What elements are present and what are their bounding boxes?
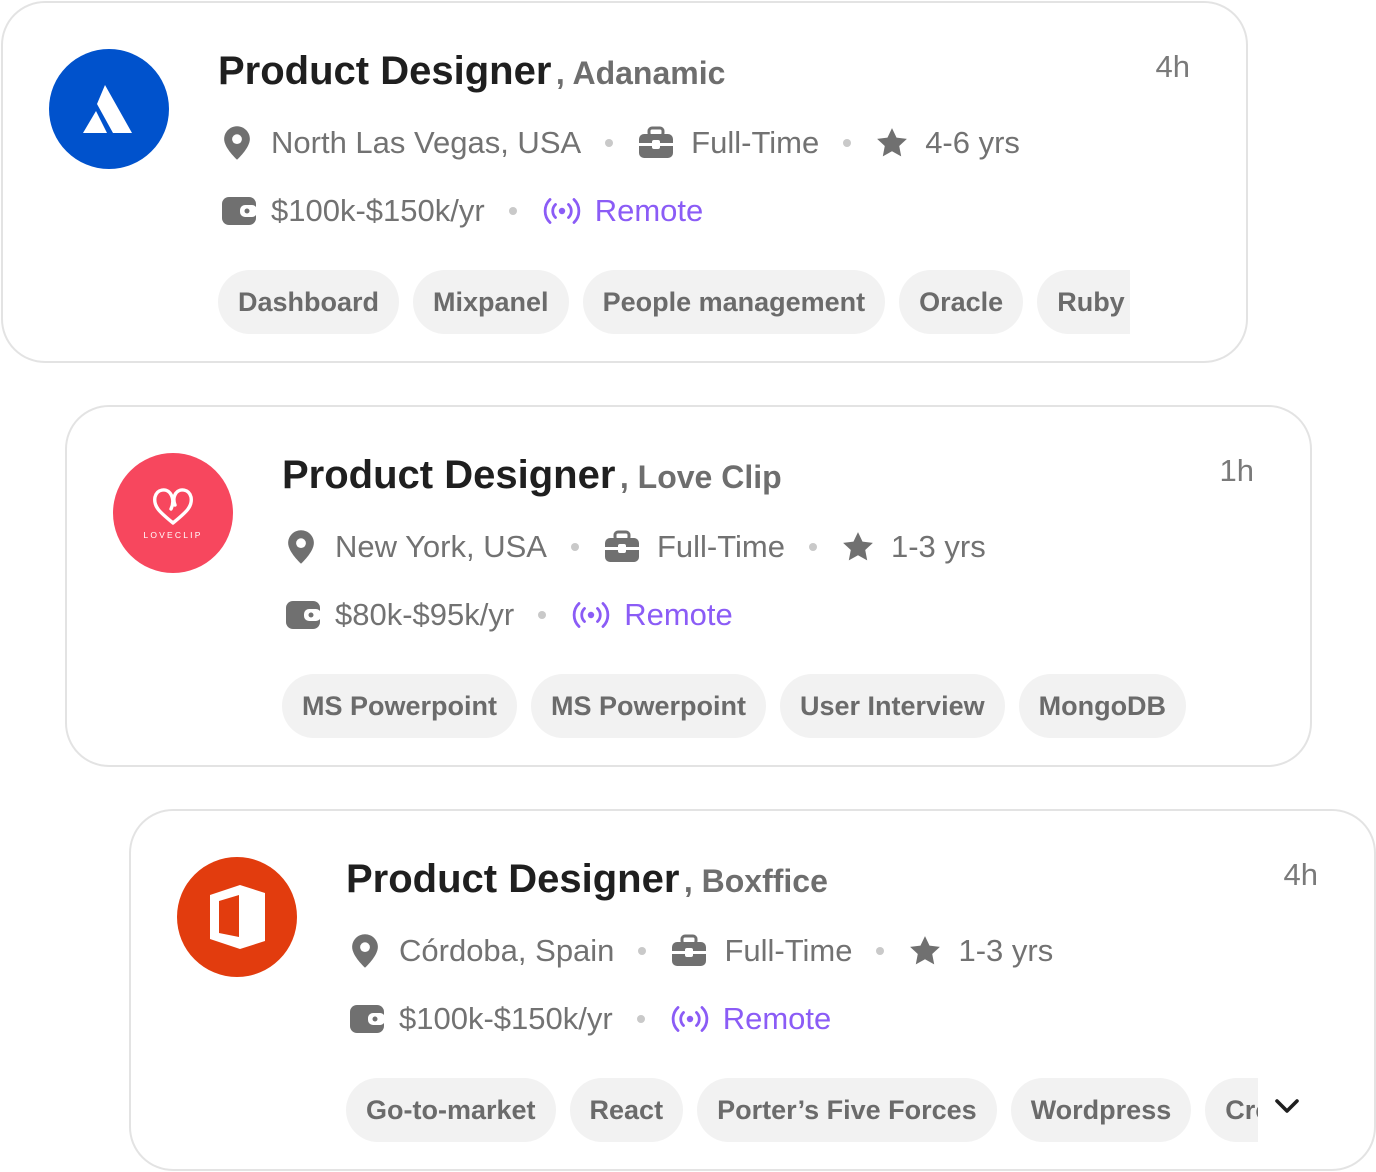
experience-text: 1-3 yrs	[958, 933, 1054, 968]
skill-tag[interactable]: Wordpress	[1010, 1078, 1192, 1142]
skill-tag[interactable]: Oracle	[899, 270, 1024, 334]
meta-row: North Las Vegas, USA Full-Time 4-6 yrs	[221, 121, 1020, 165]
experience-text: 1-3 yrs	[890, 529, 986, 564]
job-title[interactable]: Product Designer	[346, 857, 679, 901]
separator-dot	[508, 207, 517, 215]
company-logo-boxffice	[177, 857, 297, 977]
broadcast-icon	[541, 196, 585, 226]
separator-dot	[638, 947, 647, 955]
star-icon	[908, 934, 946, 968]
location-pin-icon	[221, 125, 259, 161]
salary-text: $80k-$95k/yr	[335, 597, 515, 632]
separator-dot	[636, 1015, 645, 1023]
posted-time: 4h	[1155, 49, 1190, 84]
skill-tag[interactable]: React	[569, 1078, 684, 1142]
meta-row: New York, USA Full-Time 1-3 yrs	[285, 525, 986, 569]
work-mode-text: Remote	[722, 1001, 832, 1036]
skill-tag[interactable]: MS Powerpoint	[531, 674, 766, 738]
location-pin-icon	[349, 933, 387, 969]
title-row: Product Designer , Love Clip	[282, 447, 782, 512]
skill-tag[interactable]: Cross-functional	[1205, 1078, 1258, 1142]
salary-text: $100k-$150k/yr	[271, 193, 485, 228]
skill-tag[interactable]: Porter’s Five Forces	[697, 1078, 997, 1142]
location-text: Córdoba, Spain	[399, 933, 615, 968]
skill-tag[interactable]: MS Powerpoint	[282, 674, 517, 738]
broadcast-icon	[570, 600, 614, 630]
skill-tag[interactable]: People management	[582, 270, 886, 334]
job-type-text: Full-Time	[724, 933, 853, 968]
title-row: Product Designer , Boxffice	[346, 851, 828, 916]
company-name: , Boxffice	[683, 863, 828, 899]
briefcase-icon	[637, 126, 681, 160]
wallet-icon	[221, 195, 259, 227]
meta-row: Córdoba, Spain Full-Time 1-3 yrs	[349, 929, 1053, 973]
briefcase-icon	[670, 934, 714, 968]
job-type-text: Full-Time	[656, 529, 785, 564]
skill-tags: MS Powerpoint MS Powerpoint User Intervi…	[282, 674, 1194, 740]
work-mode-text: Remote	[594, 193, 704, 228]
company-name: , Love Clip	[619, 459, 782, 495]
separator-dot	[538, 611, 547, 619]
location-text: New York, USA	[335, 529, 547, 564]
separator-dot	[876, 947, 885, 955]
skill-tags: Go-to-market React Porter’s Five Forces …	[346, 1078, 1258, 1144]
skill-tag[interactable]: Ruby on Rails	[1037, 270, 1130, 334]
work-mode-text: Remote	[624, 597, 733, 632]
star-icon	[875, 126, 913, 160]
star-icon	[841, 530, 879, 564]
skill-tag[interactable]: User Interview	[780, 674, 1005, 738]
separator-dot	[570, 543, 579, 551]
location-pin-icon	[285, 529, 323, 565]
wallet-icon	[349, 1003, 387, 1035]
broadcast-icon	[669, 1004, 713, 1034]
company-name: , Adanamic	[555, 55, 726, 91]
job-type-text: Full-Time	[691, 125, 820, 160]
separator-dot	[605, 139, 614, 147]
skill-tag[interactable]: Go-to-market	[346, 1078, 556, 1142]
salary-text: $100k-$150k/yr	[399, 1001, 613, 1036]
briefcase-icon	[603, 530, 647, 564]
meta-row: $100k-$150k/yr Remote	[221, 189, 703, 233]
title-row: Product Designer , Adanamic	[218, 43, 725, 108]
posted-time: 4h	[1283, 857, 1318, 892]
job-card[interactable]: Product Designer , Boxffice 4h Córdoba, …	[129, 809, 1376, 1171]
meta-row: $80k-$95k/yr Remote	[285, 593, 733, 637]
separator-dot	[843, 139, 852, 147]
location-text: North Las Vegas, USA	[271, 125, 582, 160]
skill-tag[interactable]: Dashboard	[218, 270, 400, 334]
job-card[interactable]: LOVECLIP Product Designer , Love Clip 1h…	[65, 405, 1312, 767]
skill-tags: Dashboard Mixpanel People management Ora…	[218, 270, 1130, 336]
company-logo-adanamic	[49, 49, 169, 169]
skill-tag[interactable]: Mixpanel	[413, 270, 569, 334]
job-card[interactable]: Product Designer , Adanamic 4h North Las…	[1, 1, 1248, 363]
company-logo-loveclip: LOVECLIP	[113, 453, 233, 573]
wallet-icon	[285, 599, 323, 631]
experience-text: 4-6 yrs	[925, 125, 1020, 160]
skill-tag[interactable]: MongoDB	[1018, 674, 1187, 738]
logo-wordmark: LOVECLIP	[143, 530, 202, 540]
job-title[interactable]: Product Designer	[218, 49, 551, 93]
meta-row: $100k-$150k/yr Remote	[349, 997, 831, 1041]
posted-time: 1h	[1219, 453, 1254, 488]
job-title[interactable]: Product Designer	[282, 453, 615, 497]
chevron-down-icon[interactable]	[1272, 1095, 1302, 1122]
separator-dot	[808, 543, 817, 551]
